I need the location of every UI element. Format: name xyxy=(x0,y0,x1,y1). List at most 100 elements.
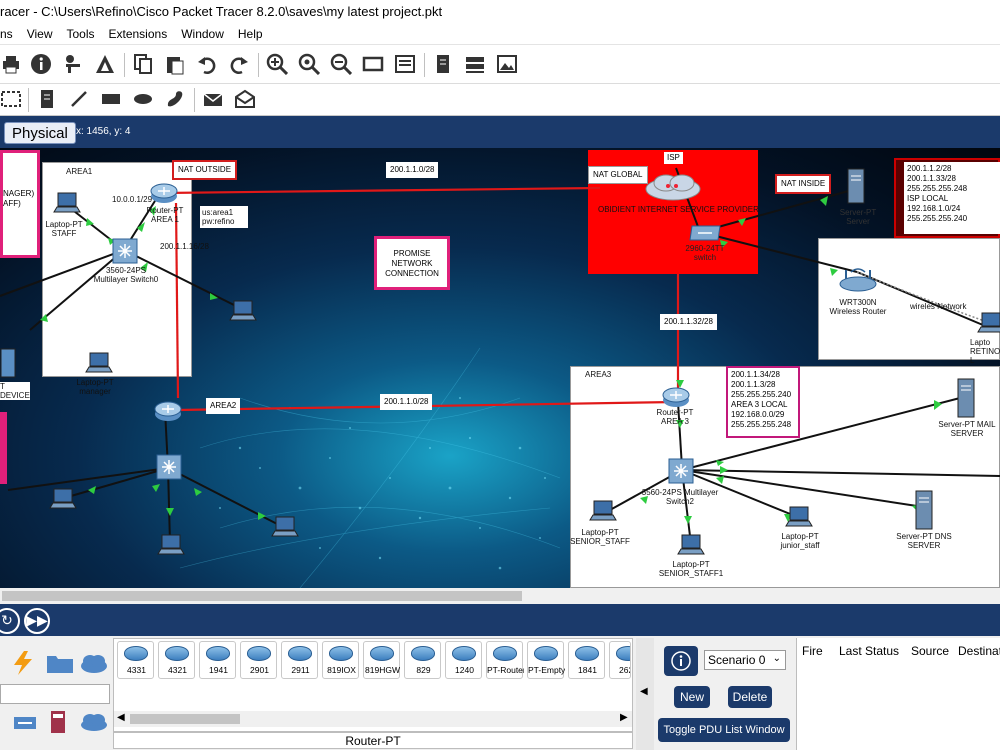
device-pt-empty[interactable]: PT-Empty xyxy=(527,641,565,679)
paste-icon[interactable] xyxy=(164,53,186,75)
topology-canvas[interactable]: NAGER) AFF) AREA1 us:area1 pw:refino NAT… xyxy=(0,148,1000,588)
router-area3-icon[interactable] xyxy=(662,386,690,408)
canvas-horizontal-scrollbar[interactable] xyxy=(0,588,1000,604)
isp-cloud-icon[interactable] xyxy=(644,172,702,202)
device-819iox[interactable]: 819IOX xyxy=(322,641,359,679)
laptop-area2-1-icon[interactable] xyxy=(48,488,78,510)
cloud-category-icon[interactable] xyxy=(80,652,108,674)
router-icon xyxy=(411,646,435,661)
inspect-envelope-icon[interactable] xyxy=(202,88,224,110)
device-label: 1841 xyxy=(578,665,597,675)
rectangle-icon[interactable] xyxy=(100,88,122,110)
wireless-category-icon[interactable] xyxy=(12,712,38,732)
info-icon[interactable] xyxy=(30,53,52,75)
laptop-senior-staff-icon[interactable] xyxy=(588,500,618,522)
menu-item-help[interactable]: Help xyxy=(231,24,270,44)
scrollbar-thumb[interactable] xyxy=(2,591,522,601)
laptop-staff-icon[interactable] xyxy=(52,192,82,214)
splitter-left-arrow-icon[interactable]: ◀ xyxy=(640,686,648,697)
copy-icon[interactable] xyxy=(132,53,154,75)
scroll-left-icon[interactable]: ◀ xyxy=(117,712,125,723)
link-label-200-1-1-0b: 200.1.1.0/28 xyxy=(380,394,433,410)
network-info-icon[interactable] xyxy=(62,53,84,75)
device-label: 4331 xyxy=(127,665,146,675)
info-button[interactable] xyxy=(664,646,698,676)
scroll-right-icon[interactable]: ▶ xyxy=(620,712,628,723)
print-icon[interactable] xyxy=(0,53,22,75)
device-1841[interactable]: 1841 xyxy=(568,641,605,679)
line-icon[interactable] xyxy=(68,88,90,110)
laptop-area2-3-icon[interactable] xyxy=(156,534,186,556)
device-2911[interactable]: 2911 xyxy=(281,641,318,679)
zoom-out-icon[interactable] xyxy=(330,53,352,75)
panel-splitter[interactable]: ◀ xyxy=(636,638,654,750)
device-2901[interactable]: 2901 xyxy=(240,641,277,679)
laptop-manager-icon[interactable] xyxy=(84,352,114,374)
multilayer-switch0-icon[interactable] xyxy=(112,238,138,264)
device-2620[interactable]: 2620 xyxy=(609,641,631,679)
device-pt-router[interactable]: PT-Router xyxy=(486,641,524,679)
note-icon[interactable] xyxy=(36,88,58,110)
pdu-column-last-status[interactable]: Last Status xyxy=(839,644,899,658)
wireless-network-label: wireles Network xyxy=(910,302,967,311)
router-area1-icon[interactable] xyxy=(150,182,178,204)
laptop-area1-icon[interactable] xyxy=(228,300,258,322)
image-icon[interactable] xyxy=(496,53,518,75)
switch-area2-icon[interactable] xyxy=(156,454,182,480)
router-icon xyxy=(206,646,230,661)
lightning-connections-icon[interactable] xyxy=(10,650,36,676)
ellipse-icon[interactable] xyxy=(132,88,154,110)
toggle-pdu-list-button[interactable]: Toggle PDU List Window xyxy=(658,718,790,742)
menu-item-options[interactable]: ns xyxy=(0,24,20,44)
isp-switch-icon[interactable] xyxy=(688,224,722,242)
freeform-icon[interactable] xyxy=(164,88,186,110)
device-1240[interactable]: 1240 xyxy=(445,641,482,679)
activity-wizard-icon[interactable] xyxy=(94,53,116,75)
router-area2-icon[interactable] xyxy=(154,400,182,422)
drawing-palette-icon[interactable] xyxy=(362,53,384,75)
dns-server-icon[interactable] xyxy=(914,490,934,530)
device-list-scrollbar-thumb[interactable] xyxy=(130,714,240,724)
zoom-reset-icon[interactable] xyxy=(298,53,320,75)
device-829[interactable]: 829 xyxy=(404,641,441,679)
device-819hgw[interactable]: 819HGW xyxy=(363,641,400,679)
folder-icon[interactable] xyxy=(46,652,74,674)
device-list-scrollbar[interactable]: ◀ ▶ xyxy=(114,711,632,727)
notes-icon[interactable] xyxy=(432,53,454,75)
scenario-select[interactable]: Scenario 0 ⌄ xyxy=(704,650,786,670)
device-search-box[interactable] xyxy=(0,684,110,704)
redo-icon[interactable] xyxy=(228,53,250,75)
laptop-refino-icon[interactable] xyxy=(976,312,1000,334)
laptop-senior-staff1-icon[interactable] xyxy=(676,534,706,556)
zoom-in-icon[interactable] xyxy=(266,53,288,75)
pdu-column-source[interactable]: Source xyxy=(911,644,949,658)
tab-physical[interactable]: Physical xyxy=(4,122,76,144)
multilayer-switch2-icon[interactable] xyxy=(668,458,694,484)
device-template-icon[interactable] xyxy=(464,53,486,75)
laptop-junior-staff-icon[interactable] xyxy=(784,506,814,528)
fast-forward-icon[interactable]: ▶▶ xyxy=(24,608,50,634)
menu-item-window[interactable]: Window xyxy=(174,24,231,44)
multilayer-switch2-label: 3560-24PS Multilayer Switch2 xyxy=(641,488,719,506)
menu-item-extensions[interactable]: Extensions xyxy=(102,24,175,44)
device-4321[interactable]: 4321 xyxy=(158,641,195,679)
select-rect-icon[interactable] xyxy=(0,88,22,110)
wan-emulation-icon[interactable] xyxy=(80,712,108,732)
laptop-area2-2-icon[interactable] xyxy=(270,516,300,538)
open-envelope-icon[interactable] xyxy=(234,88,256,110)
new-scenario-button[interactable]: New xyxy=(674,686,710,708)
mail-server-icon[interactable] xyxy=(956,378,976,418)
wireless-router-icon[interactable] xyxy=(838,264,878,292)
delete-scenario-button[interactable]: Delete xyxy=(728,686,772,708)
device-4331[interactable]: 4331 xyxy=(117,641,154,679)
custom-device-icon[interactable] xyxy=(394,53,416,75)
menu-item-tools[interactable]: Tools xyxy=(59,24,101,44)
device-1941[interactable]: 1941 xyxy=(199,641,236,679)
security-category-icon[interactable] xyxy=(50,710,66,734)
isp-server-icon[interactable] xyxy=(846,168,866,204)
pdu-column-fire[interactable]: Fire xyxy=(802,644,823,658)
pdu-column-destination[interactable]: Destinati xyxy=(958,644,1000,658)
undo-icon[interactable] xyxy=(196,53,218,75)
menu-item-view[interactable]: View xyxy=(20,24,60,44)
pc-device-icon[interactable] xyxy=(0,348,16,378)
